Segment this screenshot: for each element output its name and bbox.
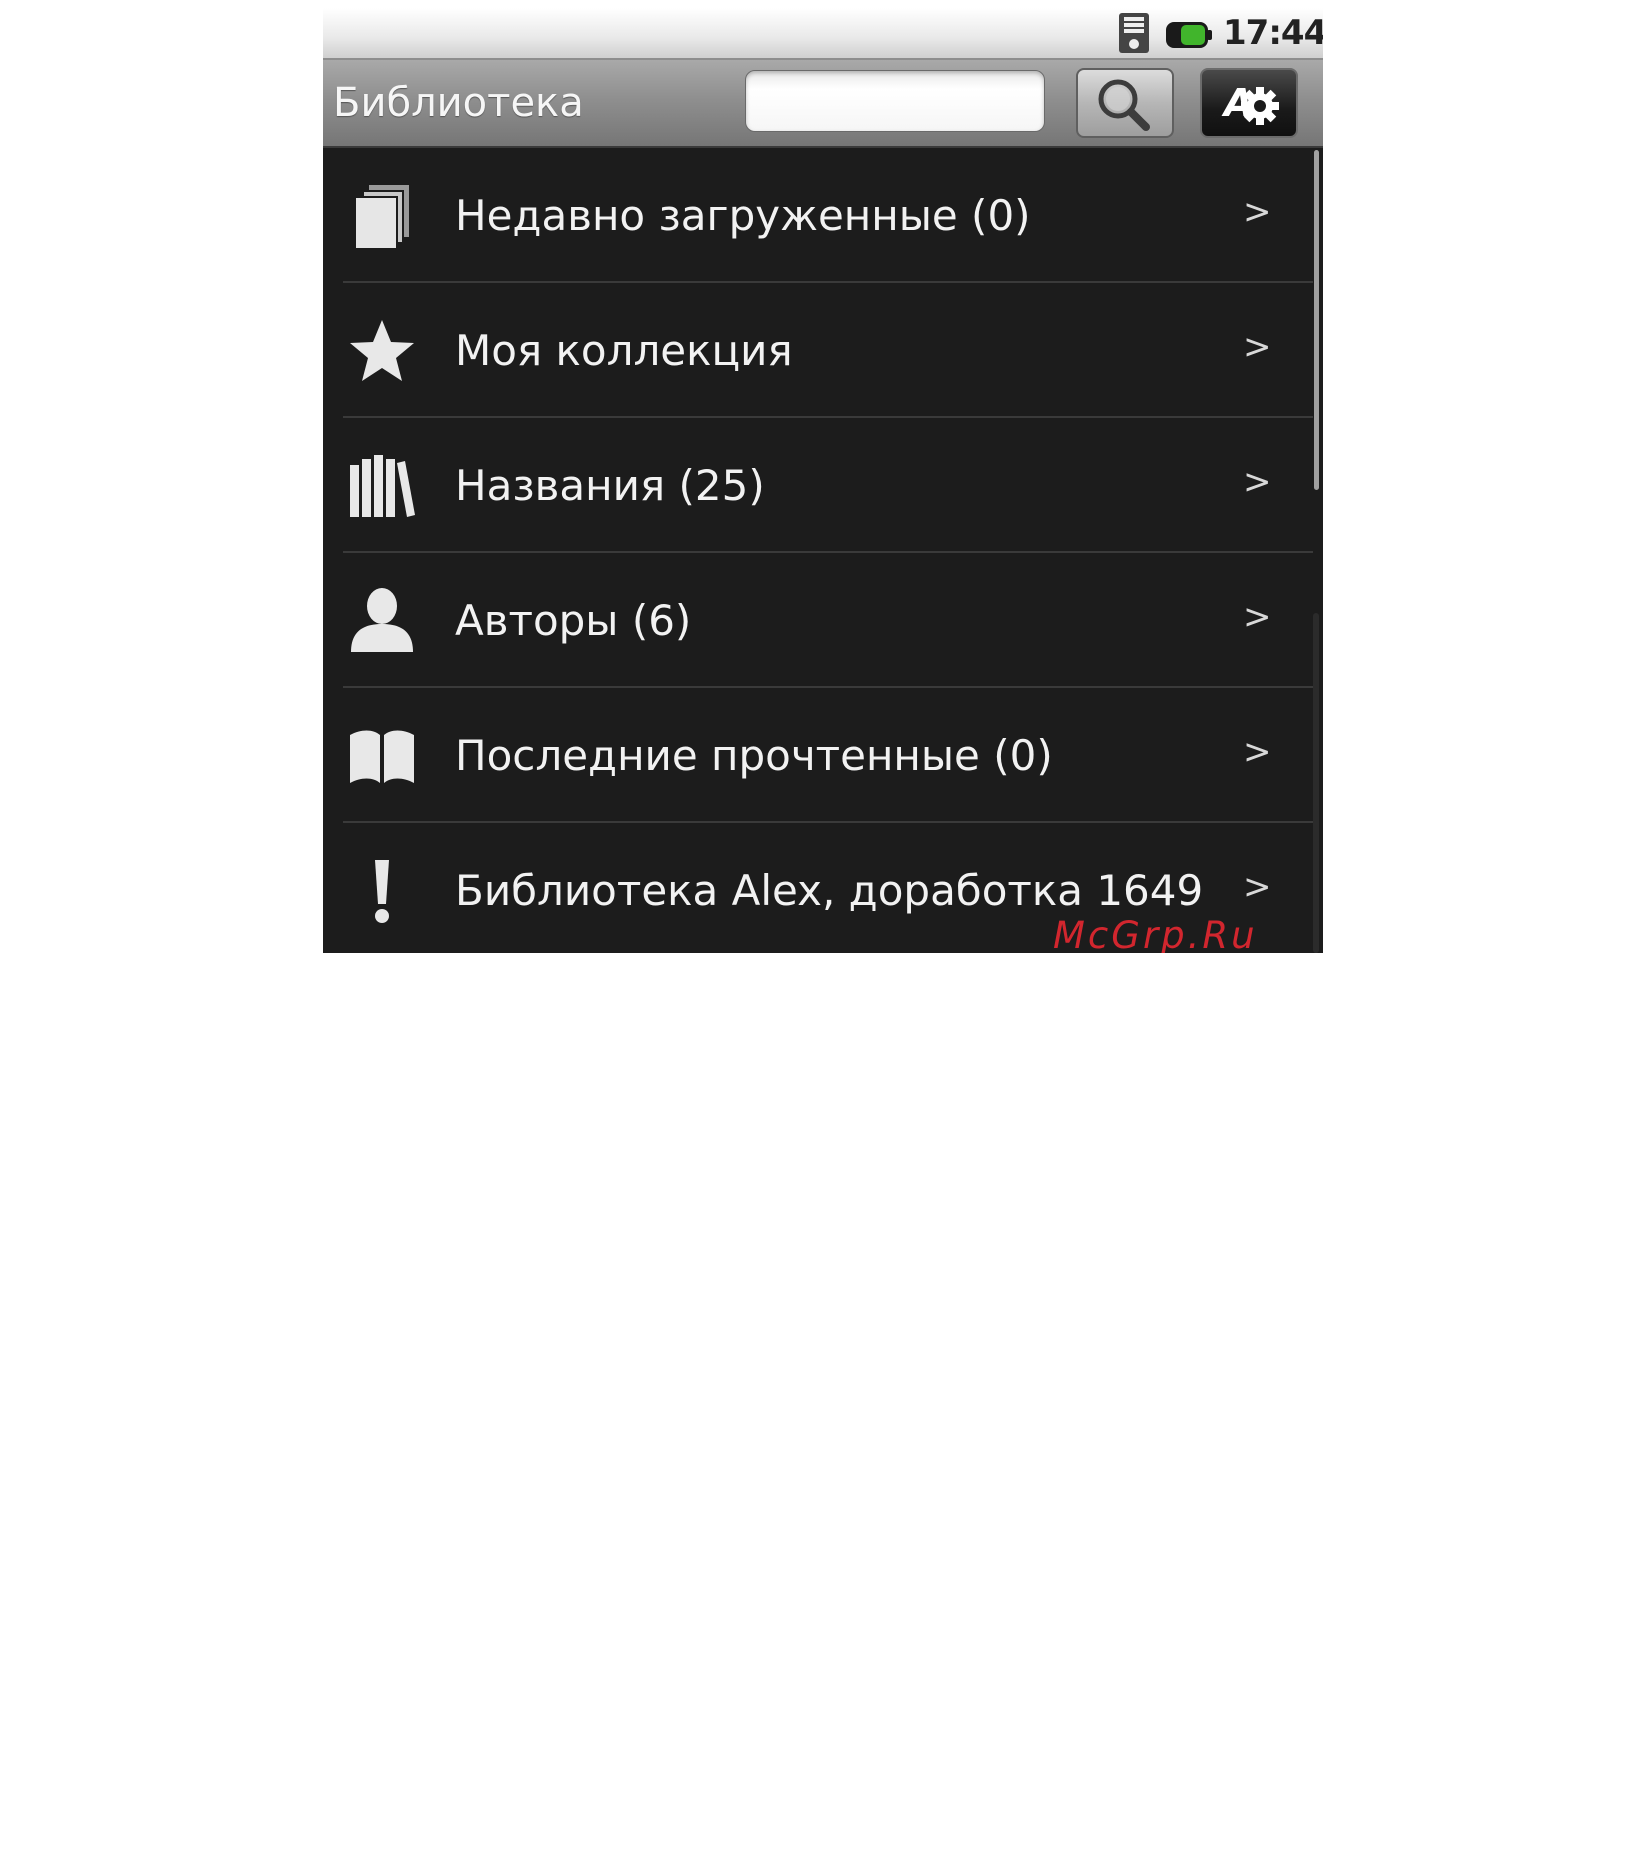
- list-item-recently-read[interactable]: Последние прочтенные (0) >: [323, 688, 1323, 823]
- star-icon: [350, 320, 414, 381]
- list-item-authors[interactable]: Авторы (6) >: [323, 553, 1323, 688]
- status-bar: 17:44: [323, 8, 1323, 60]
- settings-button[interactable]: A: [1200, 68, 1298, 138]
- title-bar: Библиотека A: [323, 60, 1323, 148]
- app-screen: 17:44 Библиотека A Недавно загруженные (…: [323, 8, 1323, 953]
- list-item-label: Авторы (6): [455, 596, 692, 645]
- chevron-right-icon: >: [1243, 597, 1272, 637]
- search-icon: [1098, 79, 1150, 131]
- chevron-right-icon: >: [1243, 327, 1272, 367]
- person-icon: [351, 588, 413, 652]
- exclamation-icon: [375, 860, 389, 923]
- scrollbar-track: [1313, 613, 1319, 953]
- scrollbar-thumb[interactable]: [1314, 150, 1319, 490]
- books-icon: [350, 455, 415, 517]
- settings-gear-icon: A: [1221, 81, 1279, 125]
- list-item-label: Названия (25): [455, 461, 765, 510]
- list-item-label: Недавно загруженные (0): [455, 191, 1031, 240]
- status-time: 17:44: [1223, 13, 1323, 53]
- search-input[interactable]: [745, 70, 1045, 132]
- list-item-label: Моя коллекция: [455, 326, 793, 375]
- list-item-titles[interactable]: Названия (25) >: [323, 418, 1323, 553]
- battery-icon: [1166, 22, 1212, 48]
- chevron-right-icon: >: [1243, 462, 1272, 502]
- recent-documents-icon: [354, 185, 409, 250]
- chevron-right-icon: >: [1243, 192, 1272, 232]
- list-item-label: Последние прочтенные (0): [455, 731, 1053, 780]
- library-list: Недавно загруженные (0) > Моя коллекция …: [323, 148, 1323, 953]
- open-book-icon: [350, 730, 414, 783]
- signal-icon: [1119, 13, 1149, 53]
- page-title: Библиотека: [333, 80, 584, 126]
- list-item-my-collection[interactable]: Моя коллекция >: [323, 283, 1323, 418]
- search-button[interactable]: [1076, 68, 1174, 138]
- watermark: McGrp.Ru: [1053, 914, 1258, 953]
- chevron-right-icon: >: [1243, 732, 1272, 772]
- list-item-recent-downloads[interactable]: Недавно загруженные (0) >: [323, 148, 1323, 283]
